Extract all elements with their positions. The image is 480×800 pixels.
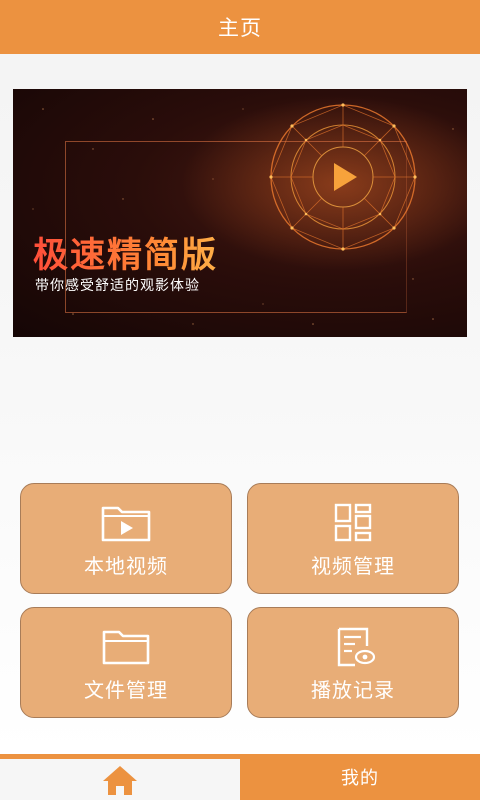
video-manage-label: 视频管理 [311, 554, 395, 578]
document-eye-icon [337, 627, 376, 667]
folder-icon [102, 630, 150, 665]
local-video-button[interactable]: 本地视频 [20, 483, 232, 594]
local-video-label: 本地视频 [84, 554, 168, 578]
file-manage-label: 文件管理 [84, 678, 168, 702]
folder-video-icon [101, 506, 151, 542]
file-manage-button[interactable]: 文件管理 [20, 607, 232, 718]
grid-icon [334, 503, 372, 542]
banner-headline: 极速精简版 [33, 227, 218, 278]
tab-mine-label: 我的 [341, 768, 379, 789]
main-content: 极速精简版 带你感受舒适的观影体验 本地视频 视频管理 文件管理 播放记录 [0, 54, 480, 754]
promo-banner[interactable]: 极速精简版 带你感受舒适的观影体验 [13, 89, 467, 337]
tab-mine[interactable]: 我的 [240, 754, 480, 800]
play-history-label: 播放记录 [311, 678, 395, 702]
tab-home[interactable] [0, 754, 240, 800]
page-title: 主页 [218, 16, 262, 40]
app-header: 主页 [0, 0, 480, 54]
banner-slogan: 带你感受舒适的观影体验 [35, 278, 200, 294]
play-history-button[interactable]: 播放记录 [247, 607, 459, 718]
home-icon [103, 765, 137, 795]
video-manage-button[interactable]: 视频管理 [247, 483, 459, 594]
bottom-tab-bar: 我的 [0, 754, 480, 800]
